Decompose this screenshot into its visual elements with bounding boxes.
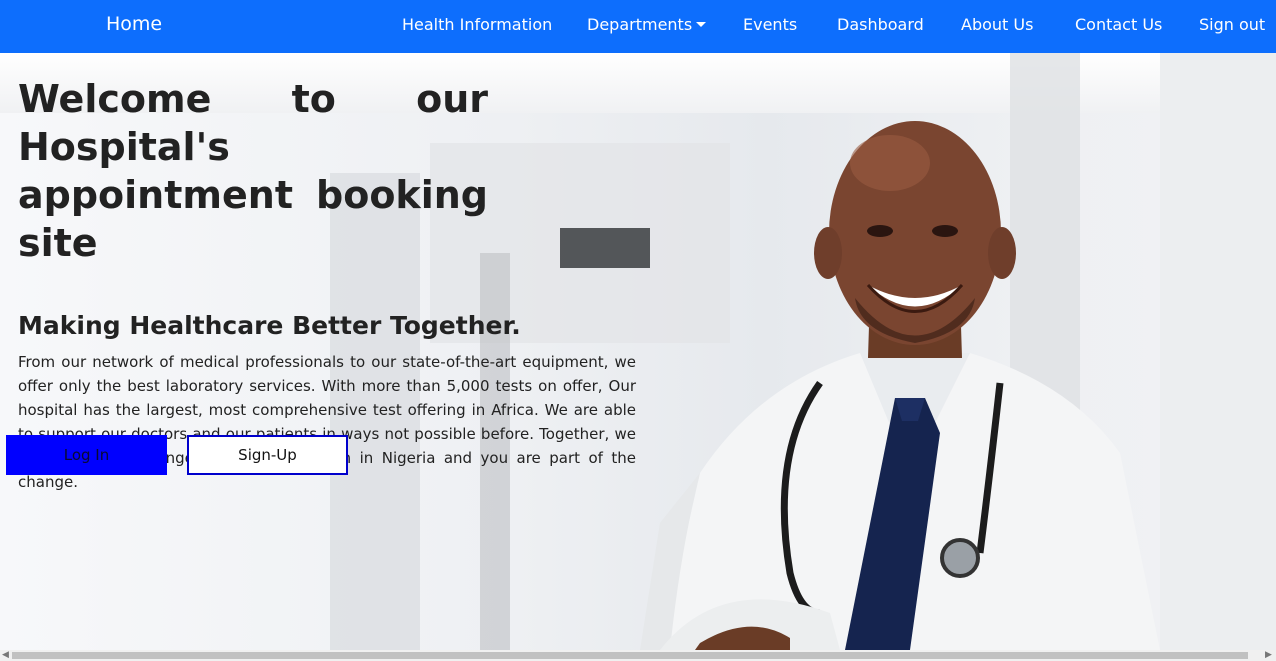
nav-item-departments-label: Departments xyxy=(587,15,693,34)
doctor-photo xyxy=(640,121,1160,650)
scrollbar-thumb[interactable] xyxy=(12,652,1248,659)
hero-section: Welcome to our Hospital's appointment bo… xyxy=(0,53,1276,650)
hero-content: Welcome to our Hospital's appointment bo… xyxy=(18,75,636,494)
nav-item-sign-out[interactable]: Sign out xyxy=(1199,15,1265,34)
nav-item-departments[interactable]: Departments xyxy=(587,15,707,34)
nav-home-link[interactable]: Home xyxy=(106,13,162,35)
scroll-left-icon[interactable]: ◀ xyxy=(2,650,9,661)
nav-item-about-us[interactable]: About Us xyxy=(961,15,1033,34)
scroll-right-icon[interactable]: ▶ xyxy=(1265,650,1272,661)
hero-subtitle: Making Healthcare Better Together. xyxy=(18,311,521,340)
nav-item-contact-us[interactable]: Contact Us xyxy=(1075,15,1162,34)
signup-button[interactable]: Sign-Up xyxy=(187,435,348,475)
login-button[interactable]: Log In xyxy=(6,435,167,475)
top-navbar: Home Health Information Departments Even… xyxy=(0,0,1276,53)
nav-item-events[interactable]: Events xyxy=(743,15,797,34)
horizontal-scrollbar[interactable]: ◀ ▶ xyxy=(0,650,1276,661)
caret-down-icon xyxy=(696,22,707,27)
nav-item-dashboard[interactable]: Dashboard xyxy=(837,15,924,34)
page-title: Welcome to our Hospital's appointment bo… xyxy=(18,77,488,265)
nav-item-health-information[interactable]: Health Information xyxy=(402,15,552,34)
